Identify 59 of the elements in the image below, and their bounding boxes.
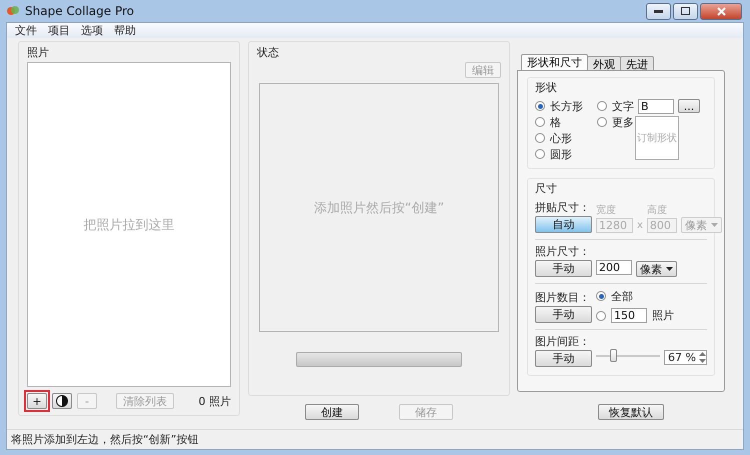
group-title: 状态 xyxy=(257,45,280,60)
field-caption: 宽度 xyxy=(596,204,617,217)
field-label: 图片间距： xyxy=(535,334,591,349)
caret-icon xyxy=(666,267,673,271)
caret-icon xyxy=(710,223,718,227)
radio-option[interactable]: 全部 xyxy=(596,288,674,304)
field-caption: 高度 xyxy=(646,204,668,217)
radio-option[interactable]: 圆形 xyxy=(535,146,587,162)
close-button[interactable] xyxy=(700,2,742,20)
spin-arrows-icon xyxy=(699,352,706,363)
unit-dropdown: 像素 xyxy=(680,217,722,233)
maximize-icon xyxy=(681,7,690,15)
section-title: 形状 xyxy=(535,80,558,95)
menu-item[interactable]: 文件 xyxy=(11,23,44,38)
drop-hint: 把照片拉到这里 xyxy=(84,216,174,234)
tab[interactable]: 先进 xyxy=(620,56,654,70)
mode-button[interactable]: 手动 xyxy=(535,306,592,323)
count-field[interactable]: 150 xyxy=(611,308,647,323)
separator-label: x xyxy=(637,220,643,233)
maximize-button[interactable] xyxy=(673,2,698,20)
unit-label: 照片 xyxy=(652,308,674,323)
half-circle-icon xyxy=(56,395,68,407)
menu-item[interactable]: 帮助 xyxy=(110,23,143,38)
minimize-button[interactable] xyxy=(646,2,671,20)
radio-option[interactable]: 长方形 xyxy=(535,98,587,114)
mode-button[interactable]: 自动 xyxy=(535,216,592,233)
window-title: Shape Collage Pro xyxy=(25,4,135,18)
radio-option[interactable]: 心形 xyxy=(535,130,587,146)
field-label: 照片尺寸： xyxy=(535,244,591,259)
preview-hint: 添加照片然后按“创建” xyxy=(314,200,444,216)
browse-button[interactable]: ... xyxy=(678,99,700,113)
slider-thumb[interactable] xyxy=(610,349,617,362)
spacing-spinner[interactable]: 67 % xyxy=(664,350,707,365)
mode-button[interactable]: 手动 xyxy=(535,350,592,367)
menu-item[interactable]: 项目 xyxy=(44,23,77,38)
group-title: 照片 xyxy=(27,45,50,60)
radio-option[interactable]: 格 xyxy=(535,114,587,130)
tab[interactable]: 形状和尺寸 xyxy=(521,54,588,70)
radio-option[interactable]: 文字 xyxy=(597,98,634,114)
size-field[interactable]: 200 xyxy=(596,260,632,275)
menu-item[interactable]: 选项 xyxy=(77,23,110,38)
radio-button[interactable] xyxy=(596,310,606,320)
text-field[interactable]: B xyxy=(638,98,674,114)
list-button[interactable]: + xyxy=(27,393,47,409)
action-button[interactable]: 创建 xyxy=(305,404,359,420)
minimize-icon xyxy=(654,10,663,12)
field-label: 图片数目： xyxy=(535,290,591,305)
spacing-slider[interactable] xyxy=(596,349,660,363)
icon-button[interactable] xyxy=(52,393,72,409)
unit-dropdown[interactable]: 像素 xyxy=(636,261,677,277)
mode-button[interactable]: 手动 xyxy=(535,260,592,277)
status-text: 将照片添加到左边，然后按“创新”按钮 xyxy=(11,432,198,447)
close-icon xyxy=(716,6,726,16)
tab[interactable]: 外观 xyxy=(587,56,621,70)
section-title: 尺寸 xyxy=(535,181,558,196)
reset-button[interactable]: 恢复默认 xyxy=(598,404,664,420)
app-icon xyxy=(6,5,20,17)
photo-count: 0 照片 xyxy=(198,394,231,408)
field-label: 拼贴尺寸： xyxy=(535,200,591,215)
